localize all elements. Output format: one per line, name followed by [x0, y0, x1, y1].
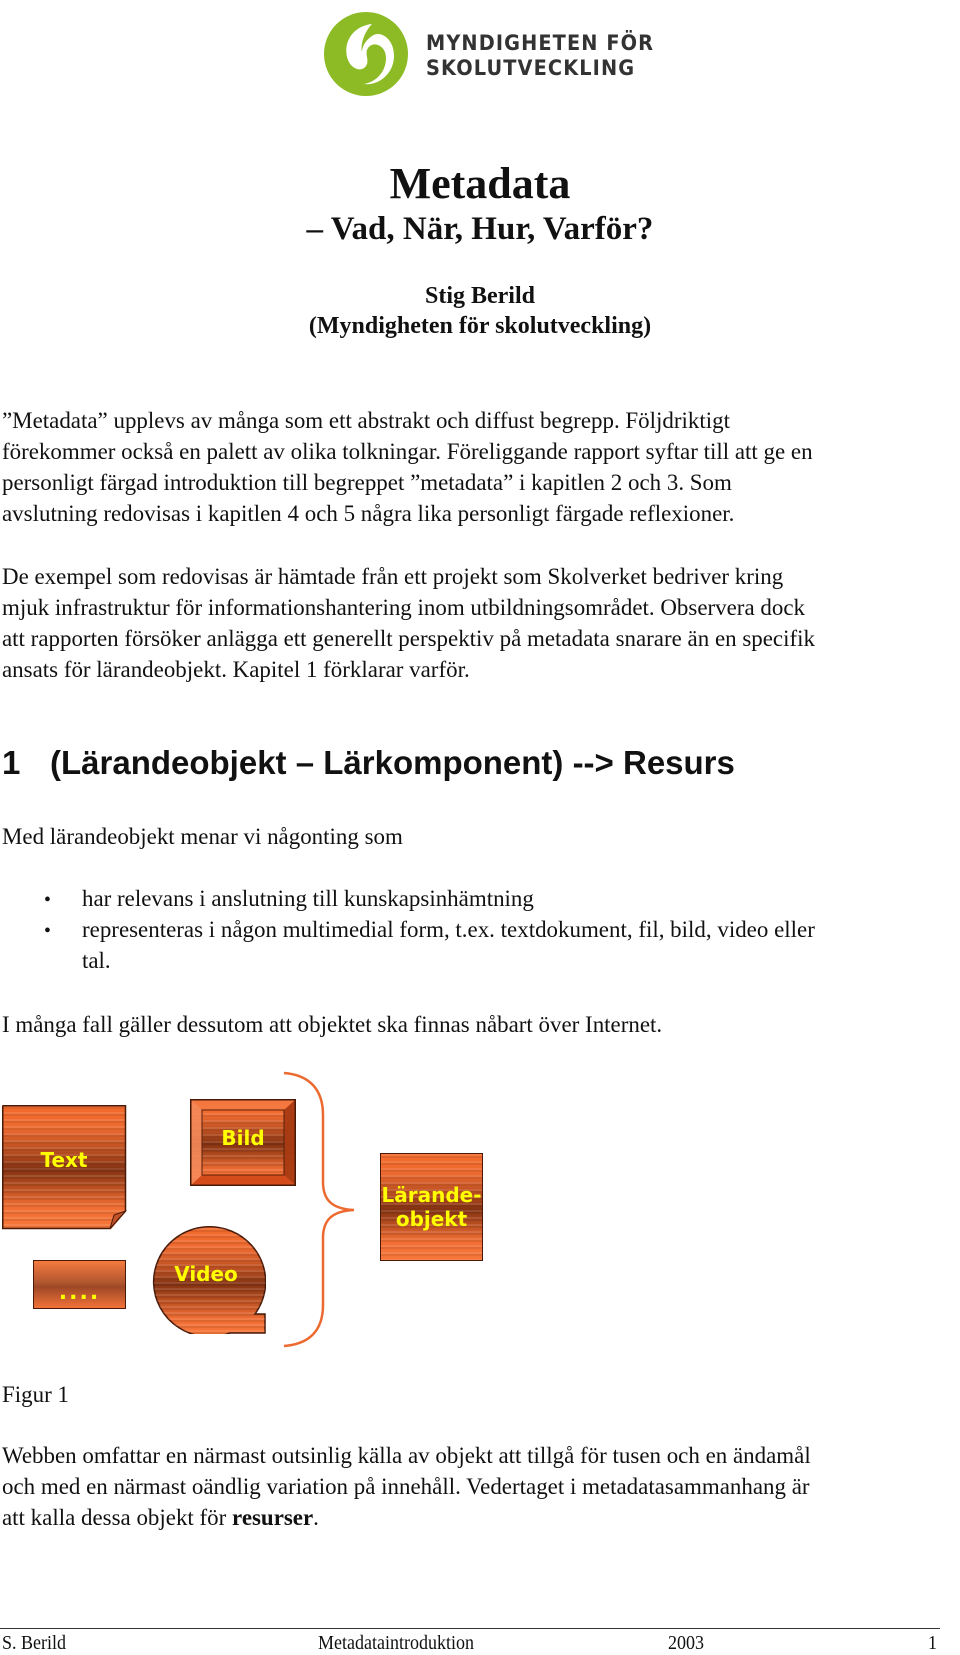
text-line: att rapporten försöker anlägga ett gener…: [2, 626, 815, 652]
result-line-1: Lärande-: [381, 1183, 482, 1207]
footer-author: S. Berild: [2, 1632, 67, 1654]
swirl-logo-icon: [322, 10, 410, 98]
section-heading: 1 (Lärandeobjekt – Lärkomponent) --> Resu…: [2, 744, 735, 782]
figure-caption: Figur 1: [2, 1382, 69, 1408]
shape-label: Video: [174, 1262, 238, 1286]
list-item: har relevans i anslutning till kunskapsi…: [82, 886, 534, 912]
logo-text-line1: MYNDIGHETEN FÖR: [426, 31, 655, 55]
list-item-continuation: tal.: [82, 948, 111, 974]
shape-learning-object: Lärande- objekt: [380, 1153, 483, 1261]
footer-page-number: 1: [928, 1632, 937, 1654]
bold-term: resurser: [232, 1505, 314, 1531]
author-name: Stig Berild: [424, 283, 535, 309]
document-title: Metadata: [389, 159, 571, 208]
text-fragment: .: [313, 1505, 319, 1531]
folded-corner-icon: [2, 1105, 127, 1230]
bullet-icon: •: [44, 920, 51, 942]
footer-doc-title: Metadataintroduktion: [318, 1632, 474, 1654]
section-lead: Med lärandeobjekt menar vi någonting som: [2, 824, 403, 850]
section-number: 1: [2, 744, 21, 781]
shape-label: ....: [58, 1279, 101, 1305]
author-affiliation: (Myndigheten för skolutveckling): [308, 313, 652, 339]
curly-brace-connector: [283, 1071, 355, 1348]
text-line: De exempel som redovisas är hämtade från…: [2, 564, 784, 590]
section-title: (Lärandeobjekt – Lärkomponent) --> Resur…: [50, 744, 735, 781]
text-line: avslutning redovisas i kapitlen 4 och 5 …: [2, 501, 735, 527]
text-line: ansats för lärandeobjekt. Kapitel 1 förk…: [2, 657, 470, 683]
shape-more-items: ....: [33, 1260, 126, 1309]
list-item: representeras i någon multimedial form, …: [82, 917, 815, 943]
shape-label-result: Lärande- objekt: [381, 1183, 481, 1231]
text-line: ”Metadata” upplevs av många som ett abst…: [2, 408, 730, 434]
logo-text-line2: SKOLUTVECKLING: [426, 56, 636, 80]
result-line-2: objekt: [395, 1207, 468, 1231]
after-list-text: I många fall gäller dessutom att objekte…: [2, 1012, 663, 1038]
footer-year: 2003: [668, 1632, 704, 1654]
document-subtitle: – Vad, När, Hur, Varför?: [306, 211, 654, 247]
text-line: och med en närmast oändlig variation på …: [2, 1474, 810, 1500]
text-fragment: att kalla dessa objekt för: [2, 1505, 233, 1531]
text-line: Webben omfattar en närmast outsinlig käl…: [2, 1443, 811, 1469]
bullet-icon: •: [44, 889, 51, 911]
text-line: att kalla dessa objekt för resurser.: [2, 1503, 319, 1534]
text-line: personligt färgad introduktion till begr…: [2, 470, 732, 496]
text-line: förekommer också en palett av olika tolk…: [2, 439, 813, 465]
text-line: mjuk infrastruktur för informationshante…: [2, 595, 805, 621]
footer-divider: [0, 1628, 940, 1629]
